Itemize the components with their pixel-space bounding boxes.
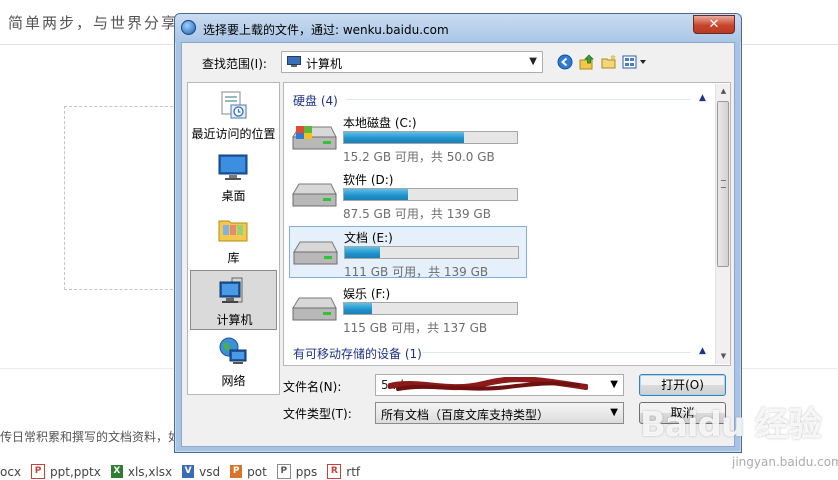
place-label: 库	[227, 251, 240, 265]
cancel-button[interactable]: 取消	[639, 402, 726, 424]
filename-input[interactable]: 5 .d ▼	[375, 374, 624, 396]
drive-name: 娱乐 (F:)	[343, 287, 391, 301]
places-bar: 最近访问的位置 桌面 库 计算机 网络	[187, 82, 280, 395]
excel-icon: X	[110, 465, 123, 478]
group-header-removable[interactable]: 有可移动存储的设备 (1)	[293, 345, 422, 362]
hard-drive-icon	[292, 297, 337, 321]
computer-icon	[287, 56, 301, 67]
back-button[interactable]	[556, 53, 574, 71]
view-grid-icon	[622, 55, 646, 69]
usage-fill	[345, 247, 380, 258]
new-folder-icon	[601, 54, 616, 69]
drive-name: 软件 (D:)	[343, 173, 394, 187]
group-header-hard-disks[interactable]: 硬盘 (4)	[293, 92, 338, 109]
dialog-client-area: 查找范围(I): 计算机 ▼ 最近访问的位置 桌面 库 计算机 网络 硬盘 (4…	[181, 42, 735, 447]
pot-icon: P	[230, 465, 243, 478]
hard-drive-icon	[293, 241, 338, 265]
redaction-scribble	[388, 377, 588, 391]
libraries-icon	[218, 220, 248, 242]
drive-item[interactable]: 娱乐 (F:) 115 GB 可用，共 137 GB	[289, 283, 527, 335]
vertical-scrollbar[interactable]: ▲ ▼	[715, 84, 730, 364]
rtf-icon: R	[327, 464, 342, 479]
file-type-xls: Xxls,xlsx	[110, 465, 172, 479]
drive-size: 111 GB 可用，共 139 GB	[344, 265, 489, 279]
drive-name: 本地磁盘 (C:)	[343, 116, 417, 130]
filetype-dropdown[interactable]: 所有文档（百度文库支持类型） ▼	[375, 402, 624, 424]
drive-usage-bar	[343, 302, 518, 315]
site-slogan: 简单两步，与世界分享	[8, 14, 179, 32]
hard-drive-icon	[292, 183, 337, 207]
dialog-title: 选择要上载的文件，通过: wenku.baidu.com	[203, 23, 449, 37]
place-libraries[interactable]: 库	[190, 209, 277, 269]
watermark-url: jingyan.baidu.com	[732, 455, 838, 469]
file-type-rtf: Rrtf	[327, 464, 360, 479]
file-type-vsd: Vvsd	[182, 465, 220, 479]
chevron-down-icon[interactable]: ▼	[610, 379, 618, 390]
drive-usage-bar	[344, 246, 519, 259]
file-type-pot: Ppot	[230, 465, 267, 479]
file-type-ocx: ocx	[0, 464, 22, 479]
chevron-down-icon: ▼	[529, 56, 537, 67]
dialog-titlebar[interactable]: 选择要上载的文件，通过: wenku.baidu.com ✕	[175, 14, 741, 42]
drive-size: 87.5 GB 可用，共 139 GB	[343, 207, 491, 221]
place-computer[interactable]: 计算机	[190, 270, 277, 330]
close-button[interactable]: ✕	[693, 15, 735, 34]
supported-file-types: ocx Pppt,pptx Xxls,xlsx Vvsd Ppot Ppps R…	[0, 463, 370, 480]
scroll-thumb[interactable]	[717, 101, 729, 267]
ppt-icon: P	[31, 464, 46, 479]
place-desktop[interactable]: 桌面	[190, 147, 277, 207]
filetype-label: 文件类型(T):	[283, 407, 352, 421]
place-label: 桌面	[221, 189, 246, 203]
lookin-dropdown[interactable]: 计算机 ▼	[281, 51, 543, 73]
drive-size: 15.2 GB 可用，共 50.0 GB	[343, 150, 495, 164]
drive-item[interactable]: 软件 (D:) 87.5 GB 可用，共 139 GB	[289, 169, 527, 221]
file-type-pps: Ppps	[276, 464, 317, 479]
upload-description: 传日常积累和撰写的文档资料，如	[0, 430, 181, 444]
filetype-value: 所有文档（百度文库支持类型）	[381, 408, 550, 422]
usage-fill	[344, 303, 372, 314]
drive-item-selected[interactable]: 文档 (E:) 111 GB 可用，共 139 GB	[289, 226, 527, 279]
lookin-value: 计算机	[306, 57, 343, 71]
up-folder-button[interactable]	[578, 53, 596, 71]
drive-usage-bar	[343, 188, 518, 201]
new-folder-button[interactable]	[600, 53, 618, 71]
lookin-label: 查找范围(I):	[202, 57, 267, 71]
computer-icon	[219, 277, 243, 303]
place-network[interactable]: 网络	[190, 332, 277, 392]
scroll-up-arrow-icon[interactable]: ▲	[716, 84, 730, 99]
collapse-chevron-icon[interactable]: ▲	[699, 346, 706, 356]
filename-label: 文件名(N):	[283, 380, 342, 394]
recent-places-icon	[221, 91, 247, 119]
pps-icon: P	[276, 464, 291, 479]
group-divider	[346, 99, 691, 100]
browser-globe-icon	[181, 20, 196, 35]
network-icon	[219, 337, 247, 364]
view-menu-button[interactable]	[622, 53, 650, 71]
drive-name: 文档 (E:)	[344, 231, 393, 245]
drive-usage-bar	[343, 131, 518, 144]
grip-icon	[721, 180, 726, 188]
drive-item[interactable]: 本地磁盘 (C:) 15.2 GB 可用，共 50.0 GB	[289, 112, 527, 164]
drive-size: 115 GB 可用，共 137 GB	[343, 321, 488, 335]
up-folder-icon	[579, 54, 594, 70]
system-drive-icon	[292, 126, 337, 150]
place-label: 计算机	[216, 313, 253, 327]
back-arrow-icon	[557, 54, 573, 70]
usage-fill	[344, 132, 465, 143]
place-label: 网络	[221, 374, 246, 388]
file-list: 硬盘 (4) ▲ 本地磁盘 (C:) 15.2 GB 可用，共 50.0 GB	[283, 82, 731, 366]
scroll-down-arrow-icon[interactable]: ▼	[716, 349, 730, 364]
upload-dropzone[interactable]	[64, 106, 188, 290]
file-upload-dialog: 选择要上载的文件，通过: wenku.baidu.com ✕ 查找范围(I): …	[174, 13, 742, 453]
group-divider	[422, 352, 691, 353]
collapse-chevron-icon[interactable]: ▲	[699, 93, 706, 103]
usage-fill	[344, 189, 408, 200]
file-type-ppt: Pppt,pptx	[31, 464, 101, 479]
chevron-down-icon: ▼	[610, 407, 618, 418]
visio-icon: V	[182, 465, 195, 478]
place-label: 最近访问的位置	[191, 127, 276, 141]
desktop-icon	[218, 154, 248, 180]
open-button[interactable]: 打开(O)	[639, 374, 726, 396]
place-recent[interactable]: 最近访问的位置	[190, 85, 277, 145]
